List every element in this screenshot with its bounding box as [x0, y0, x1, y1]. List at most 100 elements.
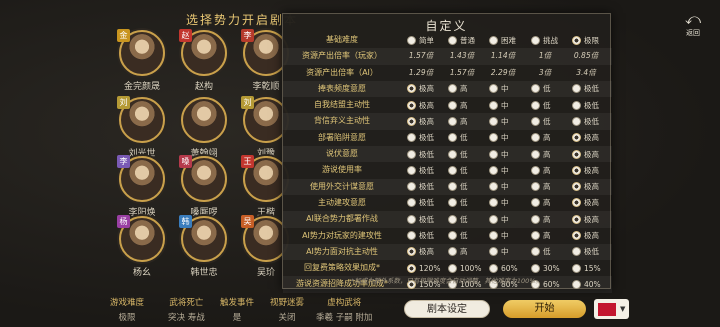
- radio-button[interactable]: [531, 116, 540, 126]
- radio-button[interactable]: [448, 247, 457, 257]
- setting-option[interactable]: 极高: [572, 146, 612, 162]
- radio-button[interactable]: [489, 165, 498, 175]
- setting-option[interactable]: 极高: [572, 130, 612, 146]
- setting-option[interactable]: 高: [531, 211, 571, 227]
- setting-option[interactable]: 低: [531, 244, 571, 260]
- setting-option[interactable]: 极低: [407, 179, 447, 195]
- setting-option[interactable]: 中: [489, 195, 529, 211]
- setting-option[interactable]: 低: [448, 211, 488, 227]
- radio-button[interactable]: [572, 214, 581, 224]
- setting-option[interactable]: 极高: [407, 244, 447, 260]
- radio-button[interactable]: [407, 133, 416, 143]
- setting-option[interactable]: 极低: [407, 162, 447, 178]
- setting-option[interactable]: 极低: [407, 228, 447, 244]
- radio-button[interactable]: [407, 84, 416, 94]
- setting-option[interactable]: 极低: [572, 81, 612, 97]
- setting-option[interactable]: 中: [489, 113, 529, 129]
- radio-button[interactable]: [531, 84, 540, 94]
- radio-button[interactable]: [407, 214, 416, 224]
- setting-option[interactable]: 中: [489, 244, 529, 260]
- start-button[interactable]: 开始: [503, 300, 586, 318]
- setting-option[interactable]: 极高: [407, 81, 447, 97]
- radio-button[interactable]: [489, 133, 498, 143]
- setting-option[interactable]: 高: [531, 130, 571, 146]
- radio-button[interactable]: [407, 149, 416, 159]
- setting-option[interactable]: 中: [489, 97, 529, 113]
- radio-button[interactable]: [489, 35, 498, 45]
- setting-option[interactable]: 极高: [572, 228, 612, 244]
- radio-button[interactable]: [531, 133, 540, 143]
- radio-button[interactable]: [489, 100, 498, 110]
- setting-option[interactable]: 极高: [572, 195, 612, 211]
- radio-button[interactable]: [531, 231, 540, 241]
- character-card[interactable]: 刘刘光世: [112, 96, 172, 159]
- setting-option[interactable]: 挑战: [531, 32, 571, 48]
- setting-option[interactable]: 低: [448, 228, 488, 244]
- setting-option[interactable]: 简单: [407, 32, 447, 48]
- radio-button[interactable]: [448, 100, 457, 110]
- radio-button[interactable]: [572, 116, 581, 126]
- script-setting-button[interactable]: 剧本设定: [404, 300, 490, 318]
- setting-option[interactable]: 低: [448, 130, 488, 146]
- radio-button[interactable]: [489, 263, 498, 273]
- setting-option[interactable]: 低: [448, 162, 488, 178]
- radio-button[interactable]: [407, 231, 416, 241]
- back-button[interactable]: ⤺ 返回: [680, 12, 706, 38]
- setting-option[interactable]: 极高: [407, 113, 447, 129]
- radio-button[interactable]: [572, 198, 581, 208]
- setting-option[interactable]: 极高: [572, 179, 612, 195]
- setting-option[interactable]: 低: [448, 179, 488, 195]
- setting-option[interactable]: 15%: [572, 260, 612, 276]
- radio-button[interactable]: [572, 165, 581, 175]
- radio-button[interactable]: [448, 182, 457, 192]
- setting-option[interactable]: 中: [489, 146, 529, 162]
- radio-button[interactable]: [531, 214, 540, 224]
- setting-option[interactable]: 低: [531, 113, 571, 129]
- radio-button[interactable]: [489, 247, 498, 257]
- radio-button[interactable]: [572, 263, 581, 273]
- radio-button[interactable]: [531, 263, 540, 273]
- setting-option[interactable]: 高: [531, 162, 571, 178]
- setting-option[interactable]: 中: [489, 130, 529, 146]
- radio-button[interactable]: [531, 198, 540, 208]
- setting-option[interactable]: 困难: [489, 32, 529, 48]
- setting-option[interactable]: 低: [448, 195, 488, 211]
- setting-option[interactable]: 极低: [572, 244, 612, 260]
- radio-button[interactable]: [448, 165, 457, 175]
- setting-option[interactable]: 中: [489, 179, 529, 195]
- radio-button[interactable]: [407, 116, 416, 126]
- radio-button[interactable]: [572, 231, 581, 241]
- radio-button[interactable]: [448, 149, 457, 159]
- radio-button[interactable]: [489, 198, 498, 208]
- radio-button[interactable]: [572, 182, 581, 192]
- radio-button[interactable]: [572, 84, 581, 94]
- radio-button[interactable]: [448, 231, 457, 241]
- setting-option[interactable]: 中: [489, 211, 529, 227]
- setting-option[interactable]: 中: [489, 81, 529, 97]
- setting-option[interactable]: 极低: [407, 211, 447, 227]
- setting-option[interactable]: 高: [531, 179, 571, 195]
- setting-option[interactable]: 高: [448, 113, 488, 129]
- radio-button[interactable]: [407, 165, 416, 175]
- radio-button[interactable]: [407, 35, 416, 45]
- radio-button[interactable]: [572, 35, 581, 45]
- character-card[interactable]: 萧翰翊: [174, 97, 234, 159]
- radio-button[interactable]: [531, 247, 540, 257]
- radio-button[interactable]: [531, 182, 540, 192]
- setting-option[interactable]: 高: [448, 244, 488, 260]
- setting-option[interactable]: 高: [531, 146, 571, 162]
- setting-option[interactable]: 极高: [407, 97, 447, 113]
- setting-option[interactable]: 高: [531, 195, 571, 211]
- radio-button[interactable]: [489, 231, 498, 241]
- radio-button[interactable]: [407, 247, 416, 257]
- radio-button[interactable]: [448, 263, 457, 273]
- radio-button[interactable]: [448, 35, 457, 45]
- radio-button[interactable]: [572, 133, 581, 143]
- setting-option[interactable]: 极低: [407, 146, 447, 162]
- radio-button[interactable]: [448, 214, 457, 224]
- radio-button[interactable]: [531, 165, 540, 175]
- setting-option[interactable]: 120%: [407, 260, 447, 276]
- radio-button[interactable]: [572, 247, 581, 257]
- radio-button[interactable]: [448, 84, 457, 94]
- setting-option[interactable]: 30%: [531, 260, 571, 276]
